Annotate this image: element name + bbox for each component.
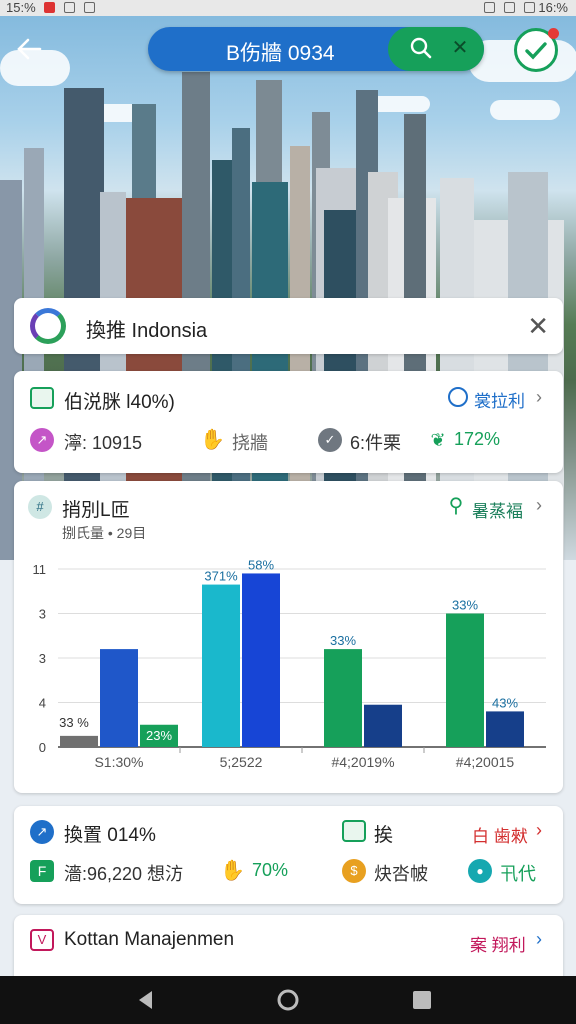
chevron-right-icon[interactable]: › [536,929,542,950]
management-link[interactable]: 案 翔利 [470,931,526,956]
route-icon: ↗ [30,428,54,452]
stat-count: 6:件栗 [350,433,402,453]
overview-value: 濇:96,220 想汸 [64,864,184,884]
confirm-button[interactable] [514,28,559,72]
summary-card: 伯涚脒 l40%) 裳拉利 › ↗ 濘: 10915 ✋ 挠牆 ✓ 6:件栗 ❦… [14,371,563,473]
leaf-icon: ❦ [426,428,450,452]
shield-icon [83,2,95,13]
x-tick-label: 5;2522 [220,754,263,770]
y-tick-label: 4 [39,696,46,711]
notification-dot [548,28,559,39]
location-pin-icon: ⚲ [444,494,468,518]
y-tick-label: 3 [39,607,46,622]
home-nav-icon[interactable] [276,988,300,1012]
location-card[interactable]: 換推 Indonsia ✕ [14,298,563,354]
status-time: 15:% [6,0,36,15]
search-query[interactable]: B伤牆 0934 [226,37,335,67]
chart-bar [242,573,280,747]
stat-percent: 172% [454,429,501,449]
chart-title: 捎別L匝 [62,500,130,521]
chart-bar [324,649,362,747]
chevron-right-icon[interactable]: › [536,387,542,408]
overview-mid-label: 挨 [374,825,394,846]
location-logo-icon [30,308,66,344]
clear-icon[interactable]: ✕ [450,38,470,59]
data-label: 43% [492,695,518,710]
city-skyline-background [0,0,576,560]
chart-card: # 捎別L匝 捌氏量 • 29目 ⚲ 暑蒸褔 › 0 4 3 3 11 23% 33 % S1… [14,481,563,793]
card-link[interactable]: 裳拉利 [474,387,525,412]
status-clock: 16:% [538,0,568,15]
x-tick-label: S1:30% [94,754,143,770]
status-right: 16:% [479,0,568,16]
overview-stat-2: 卂代 [500,864,536,884]
chart-bar [60,735,98,747]
f-icon: F [30,860,54,882]
data-label: 33% [330,633,356,648]
overview-link[interactable]: 白 歯猌 [472,822,528,847]
wifi-icon [484,2,496,13]
chart-bar [364,704,402,747]
trend-icon: ↗ [30,820,54,844]
bar-chart: 0 4 3 3 11 23% 33 % S1:30% 371% 58% 5;2522 33% #4;20… [33,557,546,770]
android-nav-bar [0,976,576,1024]
stats-icon: # [28,495,52,519]
data-label: 33 % [59,715,89,730]
clock-icon [448,387,468,407]
mail-icon: V [30,929,54,951]
chart-link[interactable]: 暑蒸褔 [472,497,523,522]
back-nav-icon[interactable] [134,988,158,1012]
hand-icon: ✋ [200,428,225,452]
chart-subtitle: 捌氏量 • 29目 [62,525,147,541]
overview-stat: 炔呇帔 [374,864,428,884]
stat-label: 挠牆 [232,433,268,453]
x-tick-label: #4;20015 [456,754,515,770]
chart-bar [202,584,240,747]
chart-up-icon [30,387,54,409]
search-icon[interactable] [410,37,432,59]
chevron-right-icon[interactable]: › [536,820,542,841]
search-bar[interactable]: B伤牆 0934 ✕ [148,27,484,71]
data-label: 33% [452,598,478,613]
data-label: 23% [146,728,172,743]
card-title: 伯涚脒 l40%) [64,392,175,413]
chart-bar [486,711,524,747]
coin-icon: $ [342,859,366,883]
overview-title: 換置 014% [64,825,156,846]
data-label: 371% [204,569,238,584]
y-tick-label: 3 [39,651,46,666]
stat-distance: 濘: 10915 [64,433,143,453]
back-arrow-icon[interactable] [14,34,44,64]
image-icon [63,2,75,13]
recents-nav-icon[interactable] [410,988,434,1012]
check-icon: ✓ [318,428,342,452]
signal-icon [504,2,516,13]
y-tick-label: 11 [33,562,47,577]
chart-up-icon [342,820,366,842]
chart-bar [446,613,484,747]
chevron-right-icon[interactable]: › [536,495,542,516]
close-icon[interactable]: ✕ [527,311,549,342]
chart-bar [100,649,138,747]
overview-card: ↗ 換置 014% 挨 白 歯猌 › F 濇:96,220 想汸 ✋ 70% $… [14,806,563,904]
overview-percent: 70% [252,860,289,880]
globe-icon: ● [468,859,492,883]
status-bar: 15:% 16:% [0,0,576,16]
hand-icon: ✋ [220,859,245,883]
management-title: Kottan Manajenmen [64,929,235,950]
location-text: 換推 Indonsia [86,320,208,342]
data-label: 58% [248,557,274,572]
x-tick-label: #4;2019% [331,754,394,770]
battery-icon [523,2,535,13]
y-tick-label: 0 [39,740,46,755]
notification-icon [44,2,56,13]
